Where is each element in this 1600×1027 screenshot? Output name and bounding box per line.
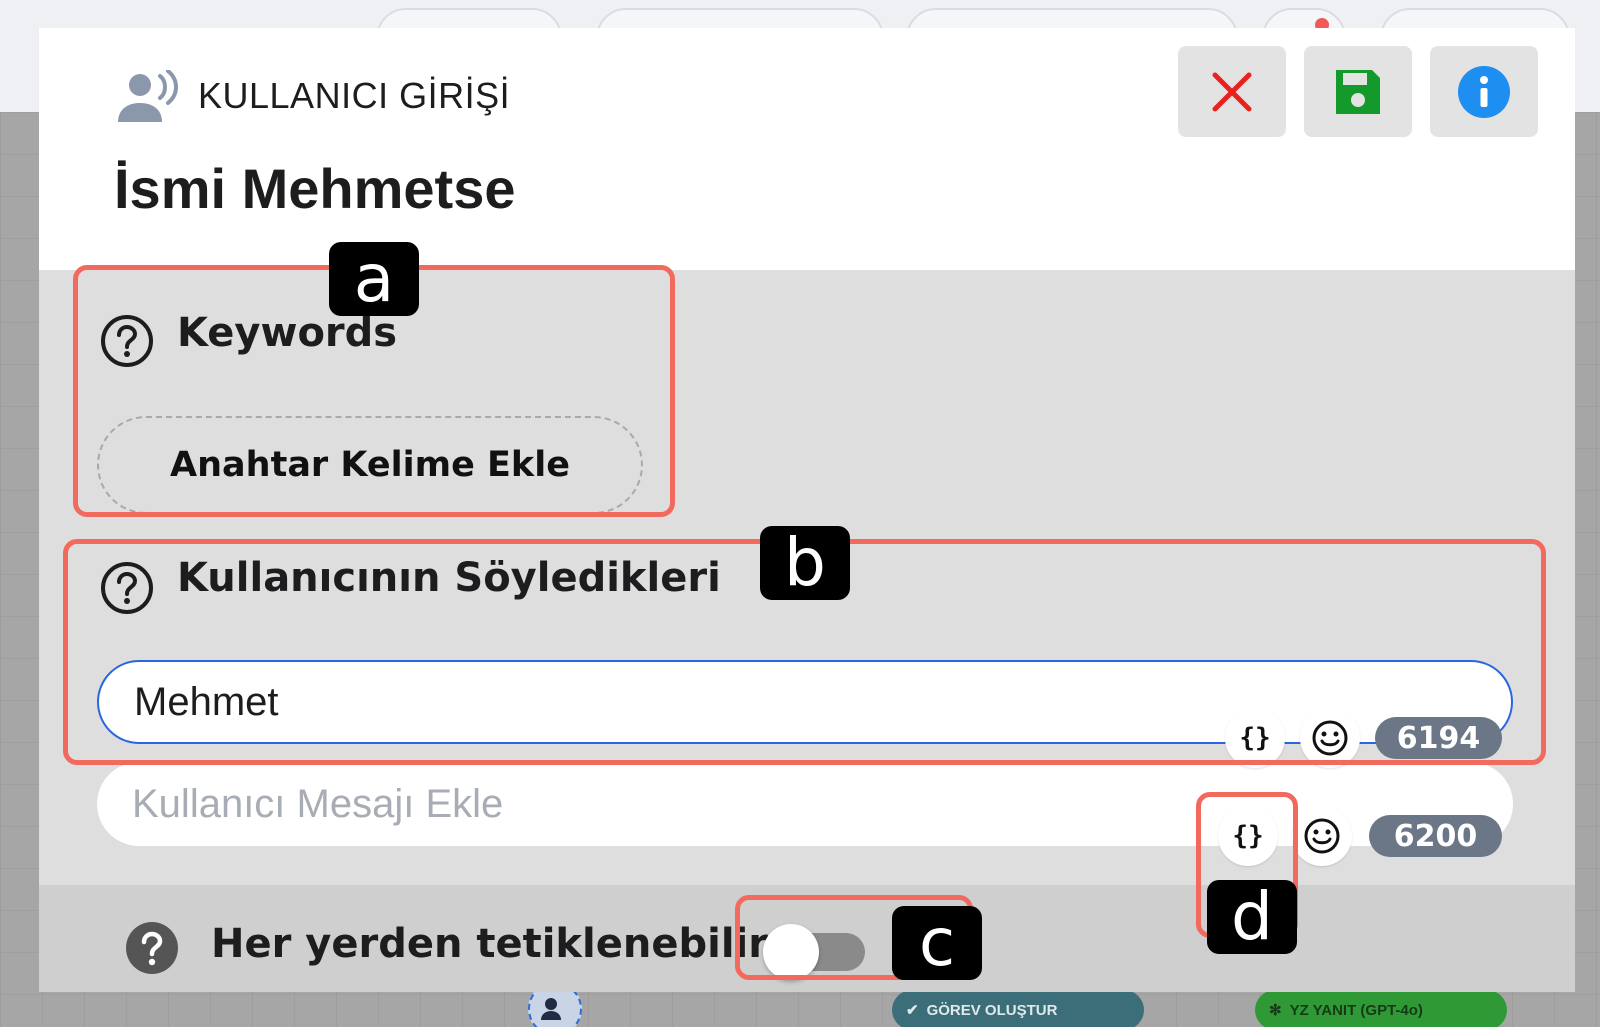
save-button[interactable] — [1304, 46, 1412, 137]
node-title: İsmi Mehmetse — [114, 157, 516, 220]
task-check-icon: ✔ — [906, 1002, 919, 1019]
user-voice-icon — [118, 70, 178, 122]
background-task-label: GÖREV OLUŞTUR — [926, 1001, 1058, 1019]
annotation-tag-d: d — [1207, 880, 1297, 954]
trigger-anywhere-label: Her yerden tetiklenebilir — [211, 921, 768, 967]
modal-header: KULLANICI GİRİŞİ İsmi Mehmetse — [39, 28, 1575, 270]
user-voice-icon — [541, 998, 561, 1020]
info-button[interactable] — [1430, 46, 1538, 137]
close-icon — [1212, 72, 1252, 111]
background-ai-label: YZ YANIT (GPT-4o) — [1289, 1001, 1423, 1019]
emoji-button[interactable] — [1292, 806, 1352, 866]
background-task-node: ✔ GÖREV OLUŞTUR — [892, 990, 1144, 1027]
openai-icon: ✻ — [1269, 1002, 1282, 1019]
annotation-tag-c: c — [892, 906, 982, 980]
smiley-icon — [1304, 818, 1340, 854]
background-ai-node: ✻ YZ YANIT (GPT-4o) — [1255, 990, 1507, 1027]
node-type-label: KULLANICI GİRİŞİ — [198, 75, 511, 116]
help-icon[interactable] — [125, 921, 179, 975]
annotation-tag-a: a — [329, 242, 419, 316]
close-button[interactable] — [1178, 46, 1286, 137]
annotation-tag-b: b — [760, 526, 850, 600]
character-counter: 6200 — [1369, 815, 1502, 857]
floppy-disk-icon — [1336, 69, 1380, 114]
info-icon — [1458, 65, 1510, 118]
